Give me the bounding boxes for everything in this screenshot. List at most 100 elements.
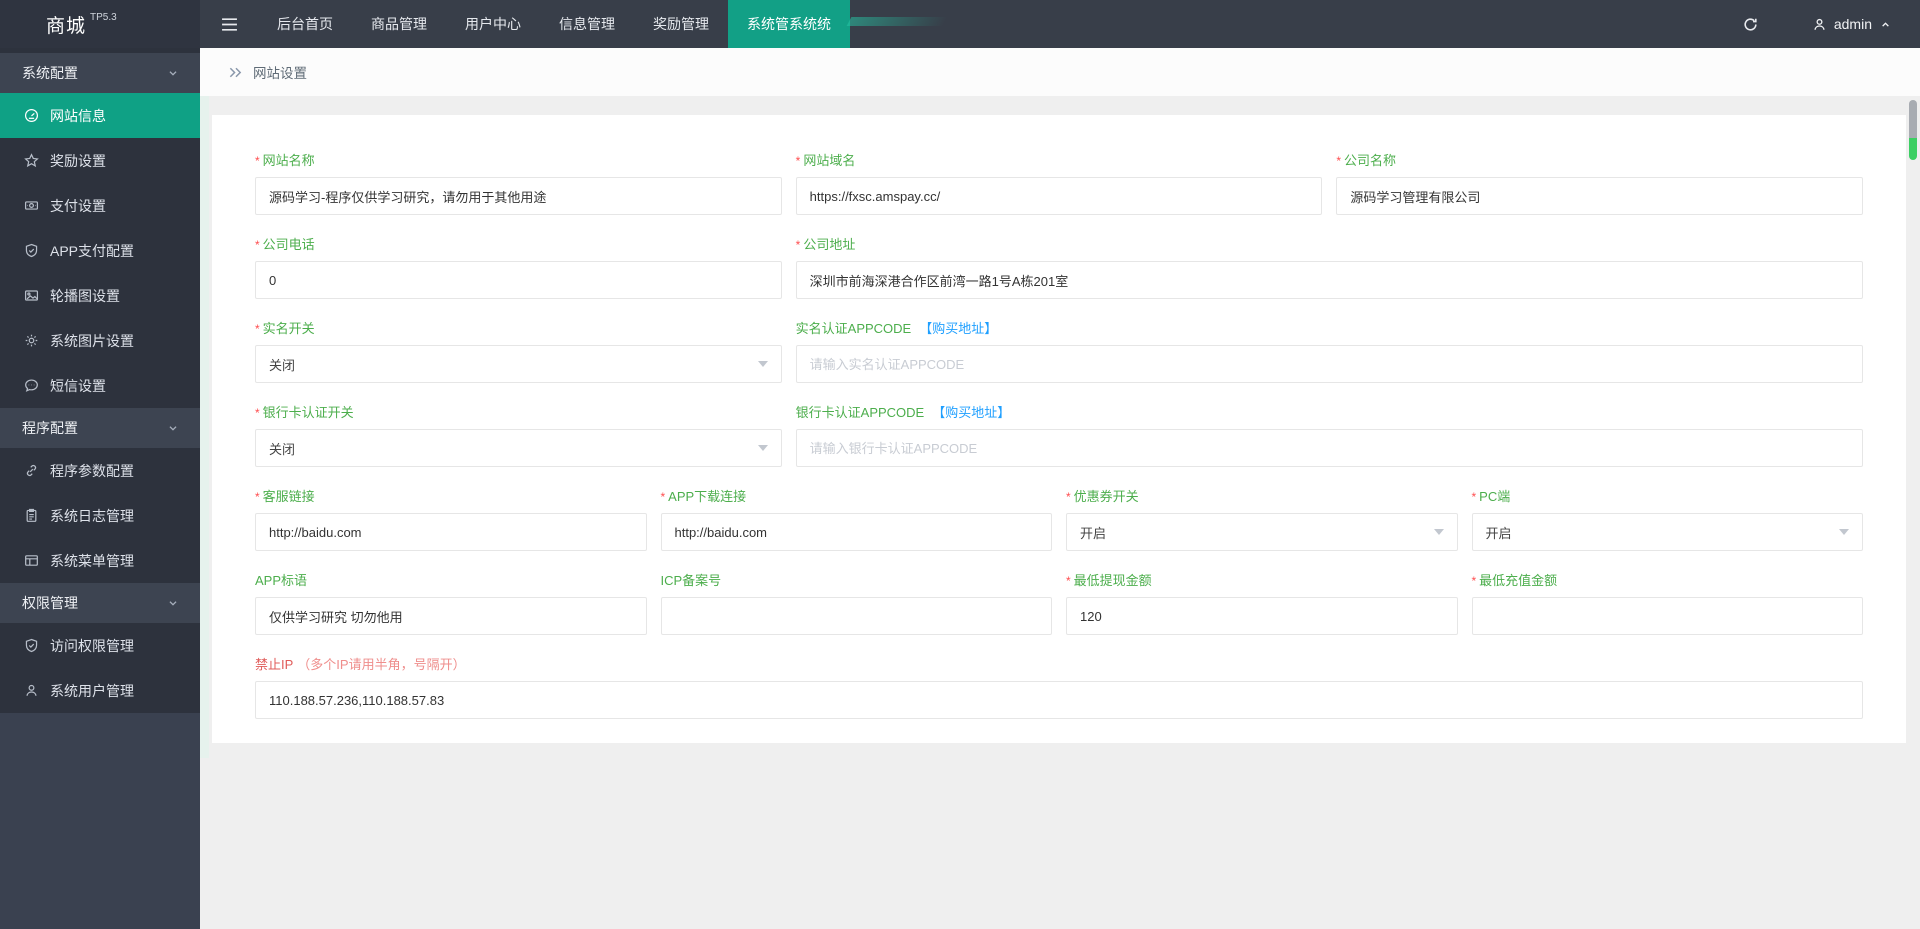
sidebar-item-label: 支付设置 xyxy=(50,197,106,214)
scrollbar[interactable] xyxy=(1909,100,1917,160)
scrollbar-thumb[interactable] xyxy=(1909,100,1917,138)
required-asterisk: * xyxy=(1066,490,1071,504)
nav-item-system-active[interactable]: 系统管系统统 xyxy=(728,0,948,48)
field-label: 最低提现金额 xyxy=(1073,573,1152,588)
sidebar-item-system-images[interactable]: 系统图片设置 xyxy=(0,318,200,363)
select-value: 开启 xyxy=(1485,525,1512,541)
sidebar-item-app-payment-config[interactable]: APP支付配置 xyxy=(0,228,200,273)
field-realname-appcode: 实名认证APPCODE 【购买地址】 xyxy=(795,321,1863,383)
sidebar-item-system-users[interactable]: 系统用户管理 xyxy=(0,668,200,713)
render-artifact xyxy=(846,17,948,26)
buy-link[interactable]: 【购买地址】 xyxy=(932,405,1010,420)
sidebar-item-carousel-settings[interactable]: 轮播图设置 xyxy=(0,273,200,318)
user-icon xyxy=(1812,17,1827,32)
bankcard-switch-select[interactable]: 关闭 xyxy=(255,429,782,467)
required-asterisk: * xyxy=(255,490,260,504)
sidebar-item-system-menus[interactable]: 系统菜单管理 xyxy=(0,538,200,583)
min-recharge-input[interactable] xyxy=(1471,597,1863,635)
sidebar-section-system-config[interactable]: 系统配置 xyxy=(0,53,200,93)
sidebar-item-program-params[interactable]: 程序参数配置 xyxy=(0,448,200,493)
sidebar-item-payment-settings[interactable]: 支付设置 xyxy=(0,183,200,228)
section-label: 程序配置 xyxy=(22,420,78,436)
field-label: 客服链接 xyxy=(262,489,315,504)
select-value: 关闭 xyxy=(269,357,296,373)
pc-switch-select[interactable]: 开启 xyxy=(1471,513,1863,551)
sidebar-section-permissions[interactable]: 权限管理 xyxy=(0,583,200,623)
hamburger-menu-icon[interactable] xyxy=(200,0,258,48)
field-company-name: * 公司名称 xyxy=(1336,153,1863,215)
username-label: admin xyxy=(1833,16,1872,32)
sidebar-item-label: 轮播图设置 xyxy=(50,287,120,304)
sidebar-item-label: 访问权限管理 xyxy=(50,637,134,654)
field-site-domain: * 网站域名 xyxy=(795,153,1323,215)
sidebar-item-reward-settings[interactable]: 奖励设置 xyxy=(0,138,200,183)
required-asterisk: * xyxy=(1471,490,1477,504)
sidebar-item-label: 程序参数配置 xyxy=(50,462,134,479)
app-logo: 商城 TP5.3 xyxy=(0,0,200,48)
field-label: PC端 xyxy=(1479,489,1511,504)
buy-link[interactable]: 【购买地址】 xyxy=(919,321,997,336)
sidebar-item-sms-settings[interactable]: 短信设置 xyxy=(0,363,200,408)
bankcard-appcode-input[interactable] xyxy=(795,429,1863,467)
sidebar: 系统配置 网站信息 奖励设置 支付设置 APP支付配置 轮播图设置 系统图片设置… xyxy=(0,48,200,929)
field-label: 公司名称 xyxy=(1344,153,1397,168)
app-download-link-input[interactable] xyxy=(660,513,1052,551)
sidebar-item-label: 短信设置 xyxy=(50,377,106,394)
min-withdraw-input[interactable] xyxy=(1066,597,1458,635)
dropdown-caret-icon xyxy=(757,445,768,451)
section-label: 系统配置 xyxy=(22,65,78,81)
required-asterisk: * xyxy=(1471,574,1477,588)
breadcrumb: 网站设置 xyxy=(200,48,1920,96)
section-label: 权限管理 xyxy=(22,595,78,611)
nav-item-products[interactable]: 商品管理 xyxy=(352,0,446,48)
user-menu[interactable]: admin xyxy=(1812,16,1920,32)
icp-number-input[interactable] xyxy=(660,597,1052,635)
field-label: APP下载连接 xyxy=(668,489,747,504)
realname-switch-select[interactable]: 关闭 xyxy=(255,345,782,383)
field-label-note: （多个IP请用半角，号隔开） xyxy=(297,657,466,672)
field-app-slogan: APP标语 xyxy=(255,573,647,635)
user-icon xyxy=(24,683,39,698)
realname-appcode-input[interactable] xyxy=(795,345,1863,383)
select-value: 关闭 xyxy=(269,441,296,457)
company-address-input[interactable] xyxy=(795,261,1863,299)
sidebar-item-label: 网站信息 xyxy=(50,107,106,124)
nav-item-dashboard[interactable]: 后台首页 xyxy=(258,0,352,48)
nav-item-rewards[interactable]: 奖励管理 xyxy=(634,0,728,48)
chevron-down-icon xyxy=(166,596,180,610)
field-label: APP标语 xyxy=(255,573,308,588)
dropdown-caret-icon xyxy=(1433,529,1444,535)
field-label: 公司地址 xyxy=(803,237,856,252)
nav-item-users[interactable]: 用户中心 xyxy=(446,0,540,48)
link-icon xyxy=(24,463,39,478)
service-link-input[interactable] xyxy=(255,513,647,551)
field-company-phone: * 公司电话 xyxy=(255,237,782,299)
sidebar-item-label: 系统日志管理 xyxy=(50,507,134,524)
coupon-switch-select[interactable]: 开启 xyxy=(1066,513,1458,551)
app-slogan-input[interactable] xyxy=(255,597,647,635)
sidebar-item-site-info[interactable]: 网站信息 xyxy=(0,93,200,138)
required-asterisk: * xyxy=(255,406,260,420)
render-artifact-strip xyxy=(200,96,209,758)
field-app-download-link: * APP下载连接 xyxy=(660,489,1052,551)
shield-check-icon xyxy=(24,638,39,653)
field-icp-number: ICP备案号 xyxy=(660,573,1052,635)
field-min-recharge: * 最低充值金额 xyxy=(1471,573,1863,635)
sidebar-section-program-config[interactable]: 程序配置 xyxy=(0,408,200,448)
company-phone-input[interactable] xyxy=(255,261,782,299)
sidebar-item-access-permissions[interactable]: 访问权限管理 xyxy=(0,623,200,668)
field-forbidden-ip: 禁止IP （多个IP请用半角，号隔开） xyxy=(255,657,1863,719)
nav-item-info[interactable]: 信息管理 xyxy=(540,0,634,48)
sidebar-item-label: APP支付配置 xyxy=(50,242,135,259)
site-name-input[interactable] xyxy=(255,177,782,215)
topbar: 商城 TP5.3 后台首页 商品管理 用户中心 信息管理 奖励管理 系统管系统统 xyxy=(0,0,1920,48)
chevron-up-icon xyxy=(1879,18,1892,31)
active-tab-label: 系统管系统统 xyxy=(747,16,831,32)
gear-icon xyxy=(24,333,39,348)
refresh-icon[interactable] xyxy=(1728,16,1774,33)
company-name-input[interactable] xyxy=(1336,177,1863,215)
sidebar-item-system-logs[interactable]: 系统日志管理 xyxy=(0,493,200,538)
site-domain-input[interactable] xyxy=(795,177,1323,215)
required-asterisk: * xyxy=(1336,154,1341,168)
forbidden-ip-input[interactable] xyxy=(255,681,1863,719)
